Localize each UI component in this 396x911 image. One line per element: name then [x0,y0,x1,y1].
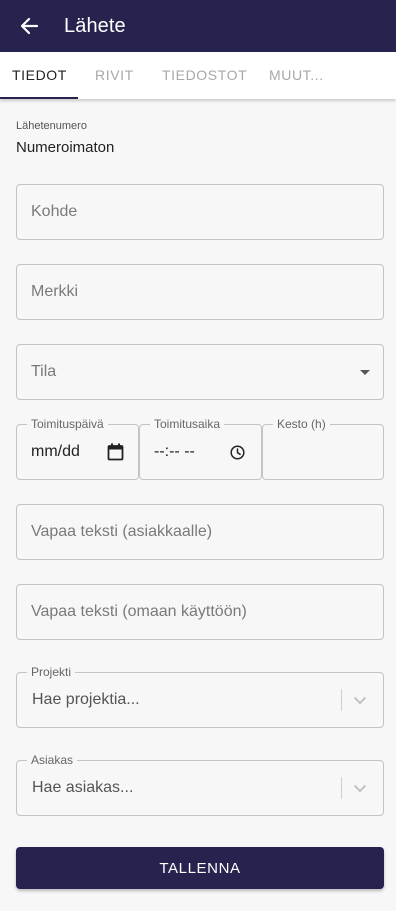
free-text-own-placeholder: Vapaa teksti (omaan käyttöön) [31,603,247,620]
free-text-customer-placeholder: Vapaa teksti (asiakkaalle) [31,523,213,540]
number-value: Numeroimaton [16,139,115,156]
kohde-placeholder: Kohde [31,203,78,220]
app-bar: Lähete [0,0,396,52]
tab-tiedot[interactable]: TIEDOT [12,52,67,99]
merkki-placeholder: Merkki [31,283,79,300]
tab-rivit[interactable]: RIVIT [95,52,134,99]
customer-legend: Asiakas [27,753,78,767]
date-legend: Toimituspäivä [27,417,108,431]
merkki-field[interactable]: Merkki [16,264,384,320]
kesto-legend: Kesto (h) [273,417,330,431]
select-divider [341,689,342,711]
kohde-field[interactable]: Kohde [16,184,384,240]
active-tab-indicator [0,97,78,99]
page-title: Lähete [64,14,126,37]
tab-muut[interactable]: MUUT... [269,52,324,99]
tila-placeholder: Tila [31,363,57,380]
project-select[interactable]: Projekti Hae projektia... [16,665,384,728]
tab-tiedostot[interactable]: TIEDOSTOT [162,52,247,99]
dropdown-arrow-icon [359,367,371,379]
select-divider [341,777,342,799]
date-value: mm/dd [31,443,80,460]
project-legend: Projekti [27,665,76,679]
save-button[interactable]: TALLENNA [16,847,384,889]
free-text-own-field[interactable]: Vapaa teksti (omaan käyttöön) [16,584,384,640]
clock-icon[interactable] [229,444,245,460]
tab-bar: TIEDOT RIVIT TIEDOSTOT MUUT... [0,52,396,99]
time-field[interactable]: Toimitusaika --:-- -- [139,417,262,480]
chevron-down-icon[interactable] [353,693,367,707]
tila-select[interactable]: Tila [16,344,384,400]
kesto-field[interactable]: Kesto (h) [262,417,384,480]
free-text-customer-field[interactable]: Vapaa teksti (asiakkaalle) [16,504,384,560]
customer-placeholder: Hae asiakas... [32,779,134,796]
chevron-down-icon[interactable] [353,781,367,795]
arrow-back-icon[interactable] [18,15,40,37]
time-value: --:-- -- [154,443,195,460]
date-field[interactable]: Toimituspäivä mm/dd [16,417,139,480]
project-placeholder: Hae projektia... [32,691,140,708]
time-legend: Toimitusaika [150,417,225,431]
calendar-icon[interactable] [106,443,124,461]
number-caption: Lähetenumero [16,120,87,132]
customer-select[interactable]: Asiakas Hae asiakas... [16,753,384,816]
